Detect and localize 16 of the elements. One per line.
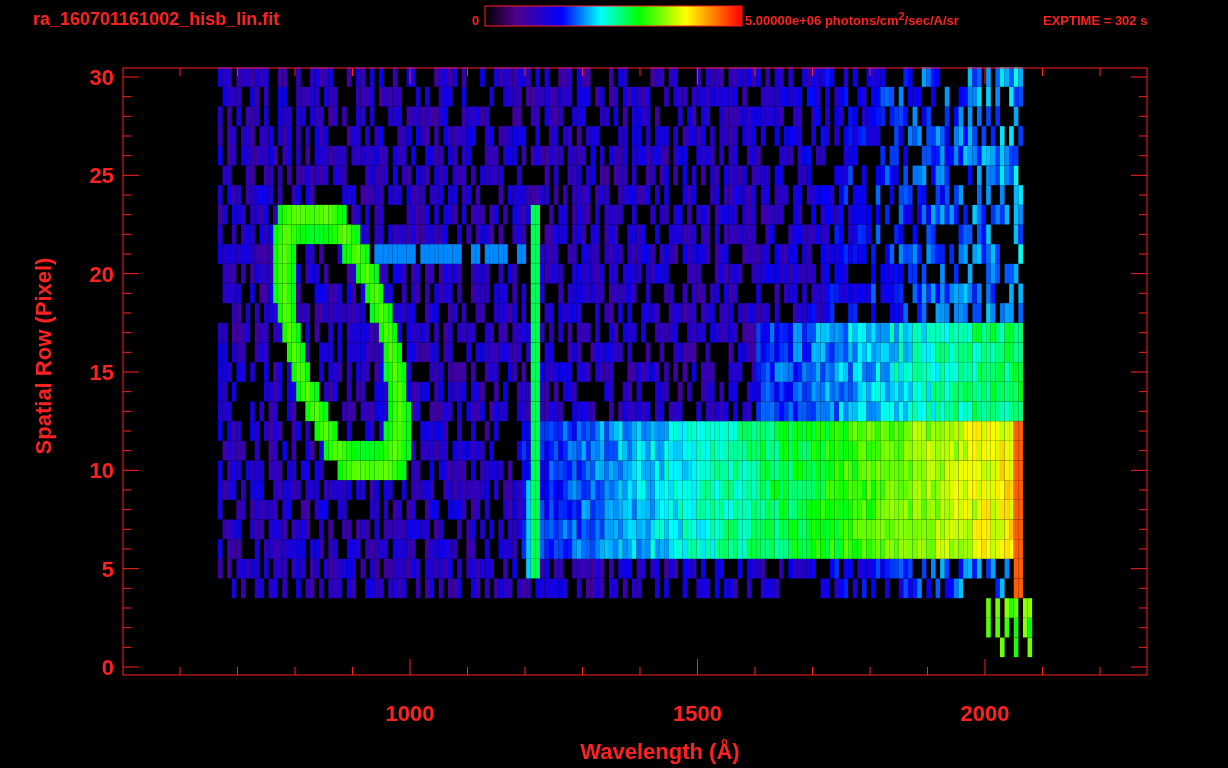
x-tick-label: 1500: [673, 701, 722, 726]
exposure-time: EXPTIME = 302 s: [1043, 13, 1148, 28]
x-axis-label: Wavelength (Å): [580, 739, 740, 764]
y-tick-label: 5: [101, 556, 114, 582]
x-tick-label: 2000: [960, 701, 1010, 726]
y-tick-label: 10: [89, 458, 114, 484]
colorbar-max-label: 5.00000e+06 photons/cm$^{2}$/sec/A/sr: [745, 10, 959, 29]
y-tick-label: 15: [89, 360, 114, 385]
y-axis-label: Spatial Row (Pixel): [31, 257, 56, 455]
y-tick-label: 30: [89, 65, 114, 90]
x-tick-label: 1000: [385, 701, 435, 726]
y-tick-label: 20: [89, 261, 114, 287]
y-tick-label: 0: [101, 655, 114, 680]
y-tick-label: 25: [89, 163, 114, 189]
file-title: ra_160701161002_hisb_lin.fit: [33, 9, 280, 29]
colorbar-min-label: 0: [472, 13, 480, 28]
